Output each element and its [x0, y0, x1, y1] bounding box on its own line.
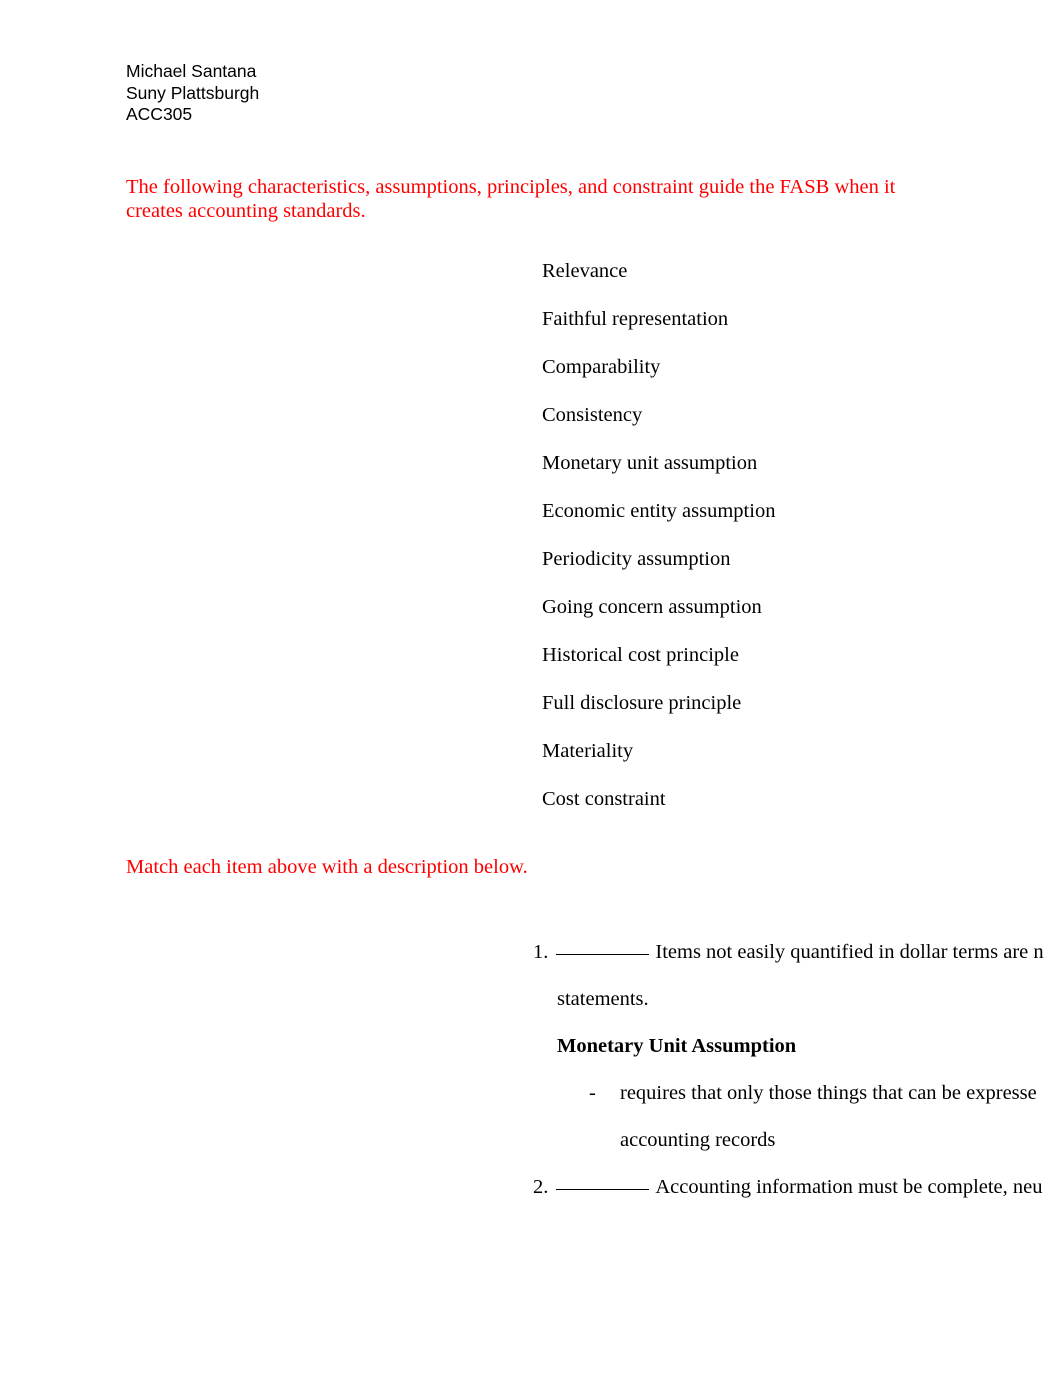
match-instruction: Match each item above with a description…	[126, 856, 528, 878]
numbered-item-1-continuation: statements.	[557, 988, 649, 1010]
term-item: Full disclosure principle	[542, 692, 742, 714]
term-item: Going concern assumption	[542, 596, 762, 618]
term-item: Comparability	[542, 356, 661, 378]
course-code: ACC305	[126, 104, 193, 125]
term-list: Relevance Faithful representation Compar…	[542, 247, 1022, 823]
term-item: Relevance	[542, 260, 628, 282]
answer-bullet-text-1: requires that only those things that can…	[620, 1082, 1037, 1104]
answers-section: 1. Items not easily quantified in dollar …	[533, 929, 1062, 1211]
item-text-1: Items not easily quantified in dollar te…	[655, 941, 1044, 963]
item-text-2: Accounting information must be complete,…	[655, 1176, 1043, 1198]
intro-paragraph: The following characteristics, assumptio…	[126, 176, 896, 222]
numbered-item-1: 1. Items not easily quantified in dollar …	[533, 929, 1062, 976]
term-item: Monetary unit assumption	[542, 452, 758, 474]
answer-blank-2[interactable]	[556, 1174, 650, 1190]
term-item: Periodicity assumption	[542, 548, 731, 570]
term-item: Cost constraint	[542, 788, 666, 810]
answer-heading-1: Monetary Unit Assumption	[557, 1035, 797, 1057]
term-item: Economic entity assumption	[542, 500, 776, 522]
term-item: Historical cost principle	[542, 644, 739, 666]
answer-bullet-1: - requires that only those things that ca…	[533, 1070, 1062, 1117]
item-number-1: 1.	[533, 941, 549, 963]
term-item: Faithful representation	[542, 308, 729, 330]
school-name: Suny Plattsburgh	[126, 82, 260, 103]
term-item: Consistency	[542, 404, 643, 426]
term-item: Materiality	[542, 740, 634, 762]
student-name: Michael Santana	[126, 61, 257, 81]
dash-bullet-icon: -	[589, 1082, 596, 1104]
student-header-block: Michael Santana Suny Plattsburgh ACC305	[126, 61, 259, 126]
answer-bullet-1-continuation: accounting records	[620, 1129, 776, 1151]
numbered-item-2: 2. Accounting information must be complet…	[533, 1164, 1062, 1211]
document-page: Michael Santana Suny Plattsburgh ACC305 …	[0, 0, 1062, 1377]
answer-blank-1[interactable]	[556, 939, 650, 955]
item-number-2: 2.	[533, 1176, 549, 1198]
